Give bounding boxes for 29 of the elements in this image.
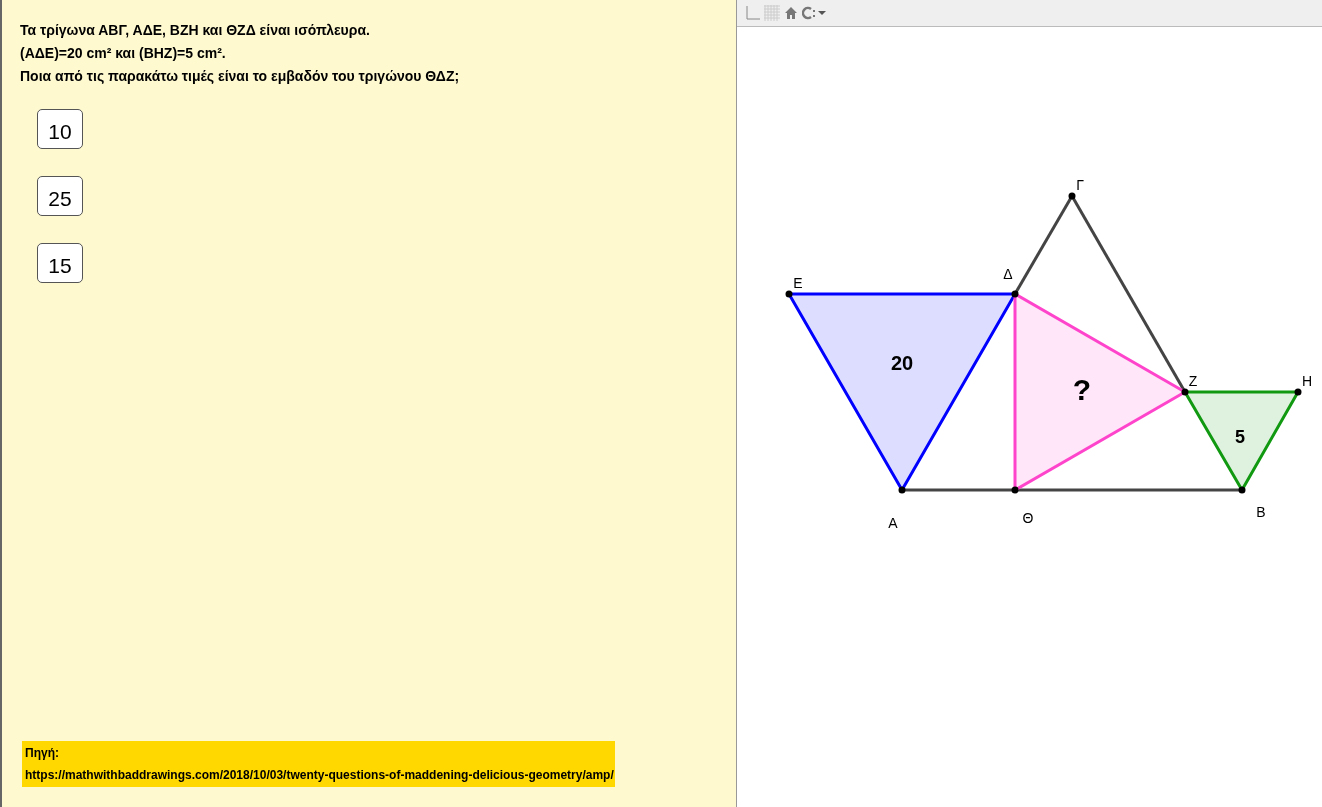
point [1011,486,1019,494]
point-label: Δ [1003,266,1013,282]
point [1068,192,1076,200]
answer-button[interactable]: 25 [37,176,83,216]
answer-button[interactable]: 10 [37,109,83,149]
answer-button[interactable]: 15 [37,243,83,283]
point-label: Β [1256,504,1266,520]
source-label: Πηγή: [25,745,60,762]
question-text: Ποια από τις παρακάτω τιμές είναι το εμβαδόν του τριγώνου ΘΔΖ; [20,67,461,86]
home-icon[interactable] [784,6,798,20]
area-label: 20 [890,352,914,375]
capture-dropdown-icon[interactable] [802,6,828,20]
point-label: Γ [1076,177,1084,193]
point-label: Θ [1022,510,1034,526]
point [898,486,906,494]
question-text: (ΑΔΕ)=20 cm² και (ΒΗΖ)=5 cm². [20,44,227,63]
point [1181,388,1189,396]
point-label: Ζ [1188,373,1198,389]
point [785,290,793,298]
point-label: Η [1301,373,1313,389]
point-label: Ε [793,275,803,291]
point [1294,388,1302,396]
point [1238,486,1246,494]
area-label: 5 [1235,426,1245,447]
point [1011,290,1019,298]
question-text: Τα τρίγωνα ΑΒΓ, ΑΔΕ, ΒΖΗ και ΘΖΔ είναι ισόπλευρα. [20,21,371,40]
area-label: ? [1072,372,1092,406]
source-link[interactable]: https://mathwithbaddrawings.com/2018/10/03/twenty-questions-of-maddening-delicious-geometry/amp/ [25,766,612,784]
point-label: Α [888,515,898,531]
